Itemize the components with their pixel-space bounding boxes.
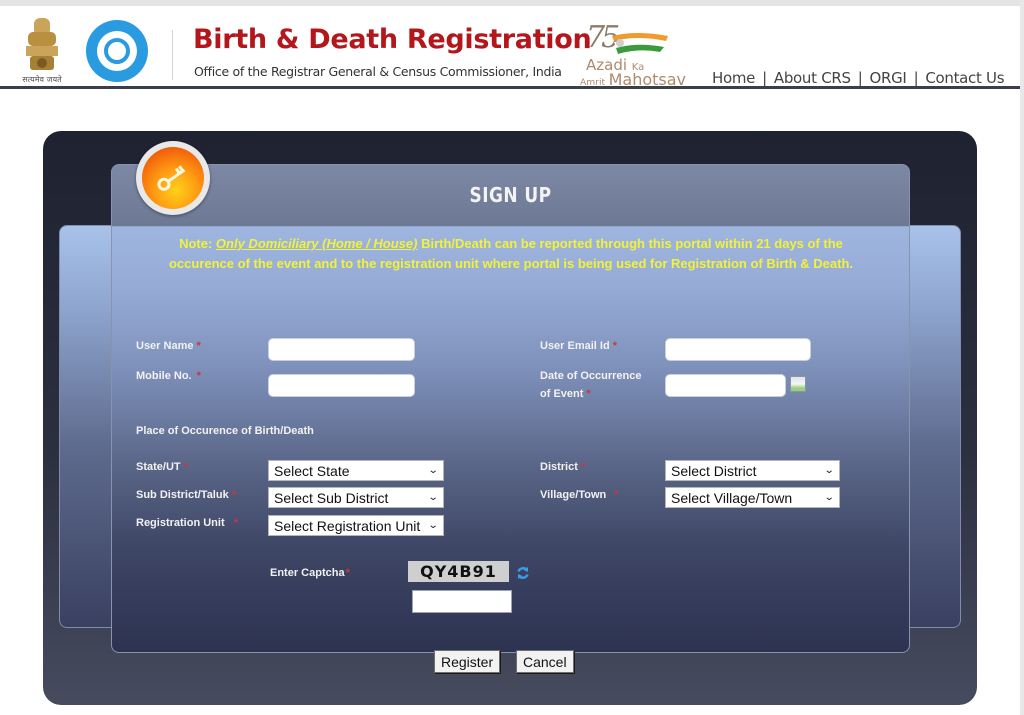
user-email-label: User Email Id * bbox=[540, 340, 617, 352]
header-rule bbox=[0, 86, 1020, 89]
registration-unit-select[interactable]: Select Registration Unit ⌄ bbox=[268, 515, 444, 536]
tricolor-flag-icon bbox=[612, 33, 668, 54]
page-scrollbar[interactable] bbox=[1020, 0, 1024, 715]
nav-about-crs[interactable]: About CRS bbox=[774, 69, 851, 87]
captcha-image: QY4B91 bbox=[408, 561, 509, 582]
user-email-input[interactable] bbox=[665, 338, 811, 361]
mobile-input[interactable] bbox=[268, 374, 415, 397]
sub-district-select[interactable]: Select Sub District ⌄ bbox=[268, 487, 444, 508]
refresh-captcha-icon[interactable] bbox=[516, 566, 530, 580]
site-header: सत्यमेव जयते Birth & Death Registration … bbox=[0, 6, 1020, 90]
chevron-down-icon: ⌄ bbox=[427, 520, 439, 531]
district-select[interactable]: Select District ⌄ bbox=[665, 460, 840, 481]
state-select[interactable]: Select State ⌄ bbox=[268, 460, 444, 481]
census-logo-icon bbox=[86, 20, 148, 82]
nav-home[interactable]: Home bbox=[712, 69, 755, 87]
header-divider bbox=[172, 30, 173, 80]
state-label: State/UT * bbox=[136, 461, 188, 473]
cancel-button[interactable]: Cancel bbox=[516, 650, 574, 673]
date-of-event-label: Date of Occurrence of Event * bbox=[540, 370, 642, 400]
note-emphasis: Only Domiciliary (Home / House) bbox=[215, 236, 418, 251]
nav-contact-us[interactable]: Contact Us bbox=[925, 69, 1004, 87]
top-navigation: Home | About CRS | ORGI | Contact Us bbox=[712, 69, 1005, 87]
district-label: District * bbox=[540, 461, 586, 473]
calendar-icon[interactable] bbox=[790, 376, 806, 392]
form-title: SIGN UP bbox=[469, 183, 552, 207]
chevron-down-icon: ⌄ bbox=[823, 492, 835, 503]
nav-separator: | bbox=[857, 69, 863, 87]
key-icon bbox=[136, 141, 210, 215]
village-label: Village/Town * bbox=[540, 489, 619, 501]
site-subtitle: Office of the Registrar General & Census… bbox=[194, 64, 562, 79]
user-name-input[interactable] bbox=[268, 338, 415, 361]
place-heading: Place of Occurence of Birth/Death bbox=[136, 425, 314, 437]
azadi-ka-amrit-mahotsav-logo: 75 Azadi Ka Amrit Mahotsav bbox=[580, 20, 695, 90]
chevron-down-icon: ⌄ bbox=[427, 492, 439, 503]
mobile-label: Mobile No. * bbox=[136, 370, 201, 382]
key-glyph-icon bbox=[157, 165, 186, 191]
emblem-caption: सत्यमेव जयते bbox=[22, 75, 62, 84]
chevron-down-icon: ⌄ bbox=[427, 465, 439, 476]
sub-district-label: Sub District/Taluk * bbox=[136, 489, 236, 501]
captcha-input[interactable] bbox=[412, 590, 512, 613]
user-name-label: User Name * bbox=[136, 340, 201, 352]
registration-unit-label: Registration Unit * bbox=[136, 517, 238, 529]
register-button[interactable]: Register bbox=[434, 650, 501, 673]
village-select[interactable]: Select Village/Town ⌄ bbox=[665, 487, 840, 508]
date-of-event-input[interactable] bbox=[665, 374, 786, 397]
nav-orgi[interactable]: ORGI bbox=[869, 69, 906, 87]
chevron-down-icon: ⌄ bbox=[823, 465, 835, 476]
captcha-label: Enter Captcha* bbox=[270, 567, 350, 579]
domiciliary-note: Note: Only Domiciliary (Home / House) Bi… bbox=[168, 236, 854, 271]
nav-separator: | bbox=[913, 69, 919, 87]
nav-separator: | bbox=[762, 69, 767, 87]
site-title: Birth & Death Registration bbox=[193, 24, 592, 55]
